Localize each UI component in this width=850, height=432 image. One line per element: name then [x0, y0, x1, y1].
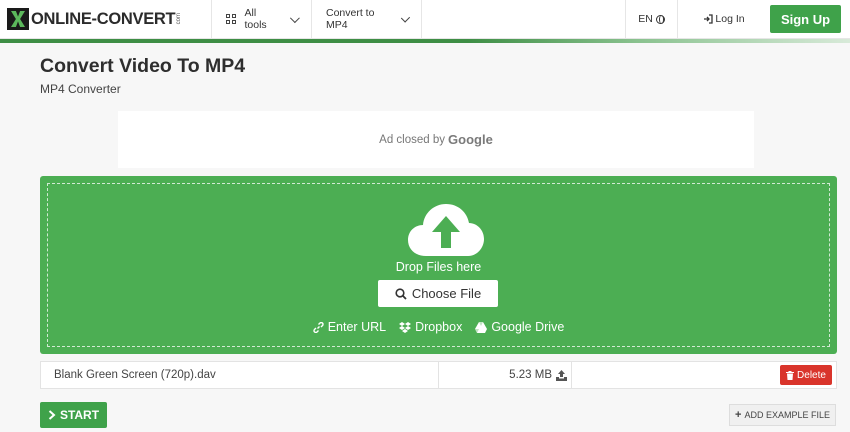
cloud-upload-icon	[408, 204, 484, 256]
file-size: 5.23 MB	[509, 369, 552, 381]
signup-wrap: Sign Up	[770, 0, 850, 38]
header-accent-bar	[0, 39, 850, 43]
file-size-cell: 5.23 MB	[439, 362, 572, 388]
ad-text: Ad closed by	[379, 133, 446, 146]
ad-brand: Google	[448, 132, 493, 147]
chevron-down-icon	[290, 12, 300, 23]
login-link[interactable]: Log In	[678, 0, 770, 38]
globe-icon	[655, 14, 665, 24]
dropzone-border: Drop Files here Choose File Enter URL Dr…	[47, 183, 830, 347]
chevron-down-icon	[400, 12, 410, 23]
link-icon	[313, 321, 324, 333]
signup-button[interactable]: Sign Up	[770, 5, 841, 33]
logo-suffix: com	[176, 13, 183, 25]
top-header: ONLINE-CONVERT com All tools Convert to …	[0, 0, 850, 39]
login-icon	[704, 14, 714, 24]
choose-file-button[interactable]: Choose File	[378, 280, 498, 307]
logo-icon	[7, 8, 29, 30]
choose-file-label: Choose File	[411, 286, 482, 301]
delete-button[interactable]: Delete	[780, 365, 832, 385]
drop-files-text: Drop Files here	[395, 260, 482, 274]
start-button[interactable]: START	[40, 402, 107, 428]
header-spacer	[422, 0, 626, 38]
logo[interactable]: ONLINE-CONVERT com	[0, 0, 212, 38]
upload-sources: Enter URL Dropbox Google Drive	[48, 320, 829, 334]
chevron-right-icon	[48, 410, 56, 420]
google-drive-label: Google Drive	[491, 320, 565, 334]
plus-icon: +	[735, 409, 742, 421]
google-drive-icon	[475, 321, 488, 333]
file-name: Blank Green Screen (720p).dav	[41, 362, 439, 388]
file-dropzone[interactable]: Drop Files here Choose File Enter URL Dr…	[40, 176, 837, 354]
dropbox-icon	[399, 321, 412, 333]
ad-placeholder: Ad closed by Google	[118, 111, 754, 168]
login-label: Log In	[715, 13, 745, 25]
all-tools-label: All tools	[244, 7, 267, 31]
add-example-label: ADD EXAMPLE FILE	[744, 410, 830, 420]
delete-label: Delete	[797, 369, 826, 381]
add-example-file-button[interactable]: + ADD EXAMPLE FILE	[729, 404, 836, 426]
grid-icon	[226, 14, 236, 24]
dropbox-label: Dropbox	[415, 320, 463, 334]
search-icon	[395, 287, 407, 300]
trash-icon	[786, 370, 795, 380]
enter-url-link[interactable]: Enter URL	[313, 320, 386, 334]
convert-to-label: Convert to MP4	[326, 7, 375, 31]
convert-to-menu[interactable]: Convert to MP4	[312, 0, 422, 38]
google-drive-link[interactable]: Google Drive	[475, 320, 564, 334]
page-subtitle: MP4 Converter	[40, 82, 121, 96]
page-title: Convert Video To MP4	[40, 55, 246, 77]
language-label: EN	[638, 13, 653, 25]
dropbox-link[interactable]: Dropbox	[399, 320, 462, 334]
logo-text: ONLINE-CONVERT	[31, 9, 176, 28]
upload-icon	[556, 369, 567, 381]
file-list-item: Blank Green Screen (720p).dav 5.23 MB De…	[40, 361, 837, 389]
enter-url-label: Enter URL	[327, 320, 387, 334]
file-actions: Delete	[572, 362, 836, 388]
all-tools-menu[interactable]: All tools	[212, 0, 312, 38]
language-selector[interactable]: EN	[626, 0, 678, 38]
start-label: START	[59, 408, 100, 422]
